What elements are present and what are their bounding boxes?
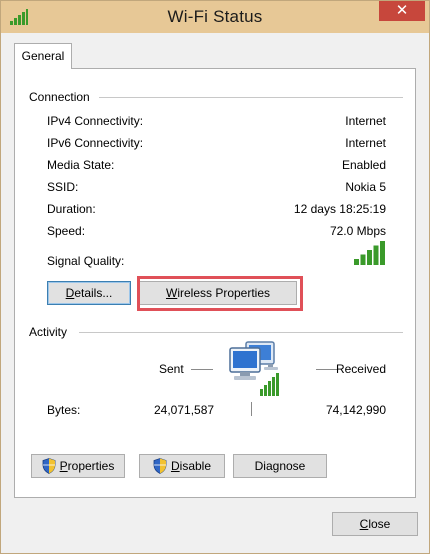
- signal-quality-label: Signal Quality:: [47, 254, 125, 268]
- duration-value: 12 days 18:25:19: [293, 202, 386, 216]
- ssid-value: Nokia 5: [345, 180, 386, 194]
- details-button[interactable]: Details...: [47, 281, 131, 305]
- activity-divider: [79, 332, 403, 333]
- general-panel: Connection IPv4 Connectivity: Internet I…: [14, 68, 416, 498]
- window-close-button[interactable]: ✕: [379, 1, 425, 21]
- close-label: lose: [368, 517, 391, 531]
- signal-bar: [367, 250, 372, 265]
- title-bar[interactable]: Wi-Fi Status ✕: [1, 1, 429, 33]
- wifi-status-window: Wi-Fi Status ✕ General Connection IPv4 C…: [0, 0, 430, 554]
- signal-bars-icon: [354, 241, 385, 265]
- connection-divider: [99, 97, 403, 98]
- ipv4-value: Internet: [345, 114, 386, 128]
- activity-separator: [251, 402, 252, 416]
- bytes-received-value: 74,142,990: [325, 403, 386, 417]
- signal-bar: [373, 245, 379, 265]
- duration-label: Duration:: [47, 202, 96, 216]
- network-computers-icon: [229, 341, 279, 396]
- window-title: Wi-Fi Status: [167, 7, 263, 26]
- close-button[interactable]: Close: [332, 512, 418, 536]
- ipv4-label: IPv4 Connectivity:: [47, 114, 144, 128]
- media-state-value: Enabled: [341, 158, 386, 172]
- diagnose-button[interactable]: Diagnose: [233, 454, 327, 478]
- media-state-label: Media State:: [47, 158, 115, 172]
- dialog-client: General Connection IPv4 Connectivity: In…: [9, 33, 421, 545]
- disable-button[interactable]: Disable: [139, 454, 225, 478]
- disable-mnemonic: D: [170, 459, 180, 473]
- received-line: [316, 369, 338, 370]
- bytes-sent-value: 24,071,587: [154, 403, 215, 417]
- signal-bar: [354, 259, 359, 265]
- received-label: Received: [335, 362, 386, 376]
- signal-bar: [380, 241, 385, 265]
- tab-general[interactable]: General: [14, 43, 72, 69]
- bytes-label: Bytes:: [47, 403, 81, 417]
- uac-shield-icon: [42, 458, 56, 474]
- uac-shield-icon: [153, 458, 167, 474]
- properties-mnemonic: P: [59, 459, 68, 473]
- speed-label: Speed:: [47, 224, 86, 238]
- connection-heading: Connection: [29, 90, 90, 104]
- sent-line: [191, 369, 213, 370]
- details-mnemonic: D: [65, 286, 75, 300]
- ipv6-value: Internet: [345, 136, 386, 150]
- activity-heading: Activity: [29, 325, 68, 339]
- properties-button[interactable]: Properties: [31, 454, 125, 478]
- sent-label: Sent: [159, 362, 184, 376]
- signal-bar: [360, 254, 366, 265]
- disable-label: isable: [179, 459, 212, 473]
- highlight-box: [137, 276, 303, 311]
- properties-label: roperties: [67, 459, 115, 473]
- ssid-label: SSID:: [47, 180, 79, 194]
- ipv6-label: IPv6 Connectivity:: [47, 136, 144, 150]
- speed-value: 72.0 Mbps: [329, 224, 386, 238]
- close-icon: ✕: [395, 2, 409, 19]
- close-mnemonic: C: [359, 517, 369, 531]
- details-label: etails...: [74, 286, 113, 300]
